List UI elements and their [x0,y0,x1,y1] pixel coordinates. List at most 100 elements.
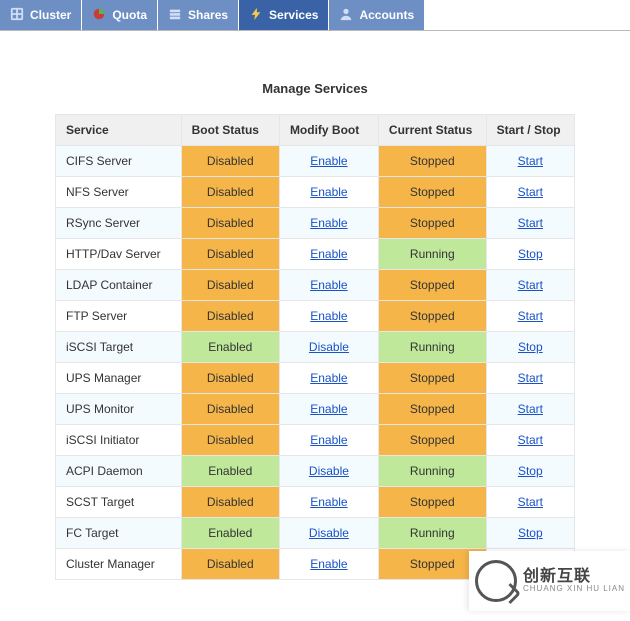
table-row: FTP ServerDisabledEnableStoppedStart [56,301,575,332]
start-link[interactable]: Start [518,185,543,199]
service-name: iSCSI Target [56,332,182,363]
enable-boot-link[interactable]: Enable [310,154,347,168]
boot-status: Disabled [181,177,279,208]
boot-status: Disabled [181,301,279,332]
enable-boot-link[interactable]: Enable [310,557,347,571]
modify-boot-cell: Disable [279,332,378,363]
enable-boot-link[interactable]: Enable [310,185,347,199]
boot-status: Disabled [181,549,279,580]
start-link[interactable]: Start [518,402,543,416]
shares-icon [168,7,182,24]
enable-boot-link[interactable]: Enable [310,495,347,509]
modify-boot-cell: Enable [279,146,378,177]
start-link[interactable]: Start [518,154,543,168]
start-link[interactable]: Start [518,371,543,385]
start-stop-cell: Stop [486,239,574,270]
nav-tab-quota[interactable]: Quota [82,0,158,30]
current-status: Stopped [378,363,486,394]
modify-boot-cell: Enable [279,177,378,208]
table-row: UPS MonitorDisabledEnableStoppedStart [56,394,575,425]
watermark-text-small: CHUANG XIN HU LIAN [523,585,625,594]
nav-tab-label: Shares [188,8,228,22]
boot-status: Disabled [181,146,279,177]
disable-boot-link[interactable]: Disable [309,464,349,478]
start-link[interactable]: Start [518,309,543,323]
service-name: FC Target [56,518,182,549]
services-icon [249,7,263,24]
start-stop-cell: Start [486,270,574,301]
service-name: LDAP Container [56,270,182,301]
table-row: RSync ServerDisabled Enable Stopped Start [56,208,575,239]
watermark: 创新互联 CHUANG XIN HU LIAN [469,551,630,611]
nav-tab-label: Accounts [359,8,414,22]
start-link[interactable]: Start [518,495,543,509]
services-table: Service Boot Status Modify Boot Current … [55,114,575,580]
service-name: ACPI Daemon [56,456,182,487]
current-status: Stopped [378,394,486,425]
current-status: Running [378,332,486,363]
enable-boot-link[interactable]: Enable [310,371,347,385]
start-stop-cell: Start [486,146,574,177]
start-stop-cell: Start [486,177,574,208]
stop-link[interactable]: Stop [518,526,543,540]
disable-boot-link[interactable]: Disable [309,526,349,540]
watermark-text-big: 创新互联 [523,568,625,586]
cluster-icon [10,7,24,24]
enable-boot-link[interactable]: Enable [310,402,347,416]
boot-status: Disabled [181,270,279,301]
current-status: Stopped [378,208,486,239]
boot-status: Disabled [181,363,279,394]
table-row: SCST TargetDisabledEnableStoppedStart [56,487,575,518]
modify-boot-cell: Enable [279,394,378,425]
start-stop-cell: Start [486,394,574,425]
table-row: NFS ServerDisabledEnableStoppedStart [56,177,575,208]
service-name: RSync Server [56,208,182,239]
stop-link[interactable]: Stop [518,464,543,478]
start-link[interactable]: Start [518,216,543,230]
enable-boot-link[interactable]: Enable [310,216,347,230]
stop-link[interactable]: Stop [518,340,543,354]
nav-tab-services[interactable]: Services [239,0,329,30]
start-stop-cell: Stop [486,518,574,549]
modify-boot-cell: Enable [279,425,378,456]
page-title: Manage Services [55,61,575,114]
modify-boot-cell: Enable [279,363,378,394]
current-status: Stopped [378,487,486,518]
table-row: iSCSI InitiatorDisabledEnableStoppedStar… [56,425,575,456]
table-row: CIFS ServerDisabledEnableStoppedStart [56,146,575,177]
service-name: iSCSI Initiator [56,425,182,456]
enable-boot-link[interactable]: Enable [310,433,347,447]
table-row: ACPI DaemonEnabledDisableRunningStop [56,456,575,487]
start-link[interactable]: Start [518,433,543,447]
current-status: Running [378,518,486,549]
boot-status: Enabled [181,518,279,549]
modify-boot-cell: Enable [279,301,378,332]
current-status: Stopped [378,270,486,301]
enable-boot-link[interactable]: Enable [310,309,347,323]
modify-boot-cell: Enable [279,270,378,301]
modify-boot-cell: Enable [279,549,378,580]
nav-tab-shares[interactable]: Shares [158,0,239,30]
table-row: iSCSI TargetEnabledDisableRunningStop [56,332,575,363]
start-stop-cell: Start [486,208,574,239]
enable-boot-link[interactable]: Enable [310,278,347,292]
service-name: NFS Server [56,177,182,208]
col-service: Service [56,115,182,146]
modify-boot-cell: Enable [279,239,378,270]
table-header-row: Service Boot Status Modify Boot Current … [56,115,575,146]
start-stop-cell: Stop [486,332,574,363]
accounts-icon [339,7,353,24]
nav-tab-accounts[interactable]: Accounts [329,0,425,30]
nav-tab-cluster[interactable]: Cluster [0,0,82,30]
disable-boot-link[interactable]: Disable [309,340,349,354]
col-current-status: Current Status [378,115,486,146]
watermark-logo-icon [475,560,517,602]
start-stop-cell: Start [486,363,574,394]
services-tbody: CIFS ServerDisabledEnableStoppedStartNFS… [56,146,575,580]
service-name: HTTP/Dav Server [56,239,182,270]
boot-status: Disabled [181,208,279,239]
start-link[interactable]: Start [518,278,543,292]
service-name: UPS Monitor [56,394,182,425]
enable-boot-link[interactable]: Enable [310,247,347,261]
stop-link[interactable]: Stop [518,247,543,261]
